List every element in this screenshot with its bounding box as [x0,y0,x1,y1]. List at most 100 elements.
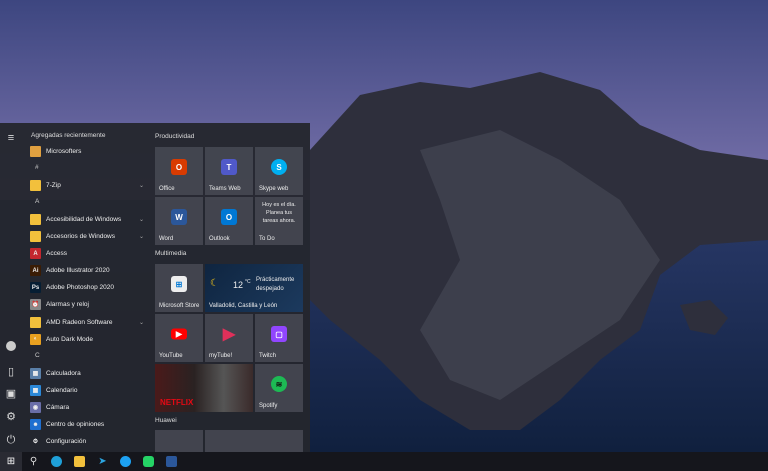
app-item[interactable]: Ai Adobe Illustrator 2020 [30,263,150,279]
app-label: Auto Dark Mode [46,335,93,343]
letter-header: # [35,164,39,172]
word-icon: W [171,209,187,226]
app-item[interactable]: A Access [30,246,150,262]
word-icon[interactable] [160,452,183,471]
app-label: Microsofters [46,147,82,155]
app-item[interactable]: ☻ Centro de opiniones [30,417,150,433]
telegram-icon[interactable]: ➤ [91,452,114,471]
app-label: Accesibilidad de Windows [46,215,122,223]
app-icon: ⏰ [30,299,41,311]
tile-label: Skype web [259,186,289,192]
file-explorer-icon[interactable] [68,452,91,471]
user-avatar-icon[interactable] [6,341,16,351]
app-item[interactable]: ◐ Auto Dark Mode [30,331,150,347]
folder-icon [30,316,41,328]
tile-label: Word [159,236,174,242]
app-item[interactable]: Microsofters [30,143,150,159]
tile-outlook[interactable]: O Outlook [205,197,253,245]
windows-start-icon[interactable]: ⊞ [0,452,22,471]
app-label: Calendario [46,386,78,394]
letter-header: C [35,352,40,360]
search-icon[interactable]: ⚲ [22,452,45,471]
app-label: Calculadora [46,369,81,377]
tile-netflix[interactable]: NETFLIX [155,364,253,412]
tile-huawei-2[interactable] [205,430,303,452]
folder-item[interactable]: 7-Zip ⌄ [30,177,150,193]
office-icon: O [171,159,187,176]
tile-label: Teams Web [209,186,241,192]
tile-microsoft-store[interactable]: ⊞ Microsoft Store [155,264,203,312]
tile-skype[interactable]: S Skype web [255,147,303,195]
folder-item[interactable]: AMD Radeon Software ⌄ [30,314,150,330]
app-item[interactable]: Ps Adobe Photoshop 2020 [30,280,150,296]
chevron-down-icon[interactable]: ⌄ [139,319,144,326]
chevron-down-icon[interactable]: ⌄ [139,182,144,189]
weather-location: Valladolid, Castilla y León [209,303,278,309]
tile-word[interactable]: W Word [155,197,203,245]
whatsapp-icon[interactable] [137,452,160,471]
folder-icon [30,213,41,225]
chevron-down-icon[interactable]: ⌄ [139,233,144,240]
app-label: Cámara [46,404,70,411]
tile-label: Office [159,186,175,192]
youtube-icon: ▶ [171,328,187,340]
app-icon [30,145,41,157]
app-icon: A [30,248,41,260]
tile-label: To Do [259,236,275,242]
weather-temp: 12 [233,280,244,290]
group-label: Huawei [155,417,177,424]
app-item[interactable]: ⏰ Alarmas y reloj [30,297,150,313]
app-icon: Ps [30,282,41,294]
store-icon: ⊞ [171,276,187,293]
tile-teams[interactable]: T Teams Web [205,147,253,195]
tile-huawei-1[interactable] [155,430,203,452]
app-label: Alarmas y reloj [46,301,89,309]
app-icon: ◉ [30,402,41,413]
tile-mytube[interactable]: ▶ myTube! [205,314,253,362]
app-label: Configuración [46,438,87,446]
outlook-icon: O [221,209,237,226]
app-label: Centro de opiniones [46,421,105,429]
folder-item[interactable]: Accesorios de Windows ⌄ [30,229,150,245]
folder-item[interactable]: Accesibilidad de Windows ⌄ [30,211,150,227]
power-icon[interactable]: ⏻ [4,433,18,447]
weather-condition: Prácticamente despejado [256,277,295,292]
tile-todo[interactable]: Hoy es el día. Planea tus tareas ahora. T… [255,197,303,245]
tile-spotify[interactable]: ≋ Spotify [255,364,303,412]
skype-icon: S [271,159,287,176]
app-label: AMD Radeon Software [46,318,113,326]
app-label: Adobe Photoshop 2020 [46,284,114,292]
group-label: Productividad [155,133,195,140]
app-item[interactable]: ▦ Calendario [30,382,150,398]
tile-twitch[interactable]: ▢ Twitch [255,314,303,362]
twitter-icon[interactable] [114,452,137,471]
weather-unit: °C [245,279,251,285]
taskbar: ⊞ ⚲ ➤ [0,452,768,471]
letter-header: A [35,198,40,206]
tile-label: myTube! [209,353,233,359]
folder-icon [30,231,41,242]
app-icon: Ai [30,265,41,277]
edge-icon[interactable] [45,452,68,471]
app-icon: ▦ [30,384,41,396]
app-item[interactable]: ◉ Cámara [30,400,150,416]
tile-weather[interactable]: ☾ 12 °C Prácticamente despejado Valladol… [205,264,303,312]
tile-youtube[interactable]: ▶ YouTube [155,314,203,362]
app-item[interactable]: ⚙ Configuración [30,434,150,450]
folder-icon [30,179,41,191]
app-icon: ▦ [30,367,41,379]
settings-icon[interactable]: ⚙ [4,410,18,424]
pictures-icon[interactable]: ▣ [4,387,18,401]
app-icon: ◐ [30,333,41,345]
mytube-icon: ▶ [222,326,236,344]
app-label: 7-Zip [46,181,61,189]
chevron-down-icon[interactable]: ⌄ [139,216,144,223]
tile-label: YouTube [159,353,183,359]
tile-office[interactable]: O Office [155,147,203,195]
hamburger-menu-icon[interactable]: ≡ [4,131,18,145]
start-menu: ≡ ▯ ▣ ⚙ ⏻ Agregadas recientemente Micros… [0,123,310,452]
documents-icon[interactable]: ▯ [4,365,18,379]
app-icon: ⚙ [32,439,39,446]
twitch-icon: ▢ [271,326,287,343]
app-item[interactable]: ▦ Calculadora [30,365,150,381]
